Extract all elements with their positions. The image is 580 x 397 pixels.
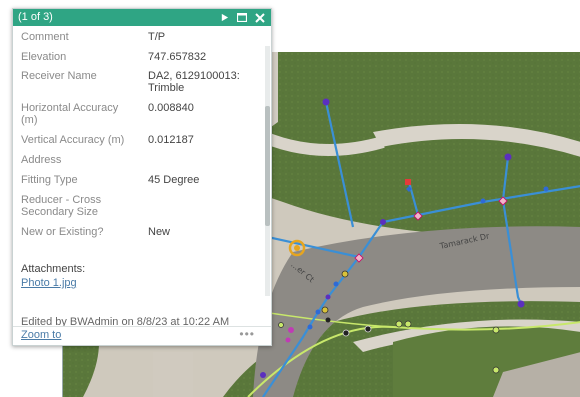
feature-popup: (1 of 3) Comment T/P Elevation 747.65783… — [12, 8, 272, 346]
field-value: 0.012187 — [148, 134, 194, 146]
field-value: T/P — [148, 31, 166, 43]
play-icon[interactable] — [217, 9, 231, 26]
scrollbar-thumb[interactable] — [265, 106, 270, 226]
more-options-icon[interactable]: ••• — [239, 327, 255, 341]
popup-scrollbar[interactable] — [265, 46, 270, 296]
field-label: Vertical Accuracy (m) — [21, 134, 125, 146]
attachment-link[interactable]: Photo 1.jpg — [21, 277, 77, 289]
field-value: 0.008840 — [148, 102, 194, 114]
popup-title: (1 of 3) — [18, 11, 53, 23]
zoom-to-link[interactable]: Zoom to — [21, 329, 61, 341]
field-value: DA2, 6129100013: Trimble — [148, 70, 240, 94]
field-label: Address — [21, 154, 62, 166]
attachments-label: Attachments: — [21, 263, 86, 275]
maximize-icon[interactable] — [235, 9, 249, 26]
field-label: Horizontal Accuracy (m) — [21, 102, 119, 126]
field-label: Reducer - Cross Secondary Size — [21, 194, 102, 218]
popup-body: Comment T/P Elevation 747.657832 Receive… — [13, 26, 271, 327]
popup-footer: Zoom to ••• — [13, 326, 271, 345]
field-label: New or Existing? — [21, 226, 104, 238]
popup-header: (1 of 3) — [13, 9, 271, 26]
field-label: Comment — [21, 31, 69, 43]
field-label: Elevation — [21, 51, 67, 63]
field-value: 747.657832 — [148, 51, 207, 63]
field-value: New — [148, 226, 171, 238]
field-label: Fitting Type — [21, 174, 78, 186]
field-value: 45 Degree — [148, 174, 200, 186]
close-icon[interactable] — [253, 9, 267, 26]
field-label: Receiver Name — [21, 70, 97, 82]
